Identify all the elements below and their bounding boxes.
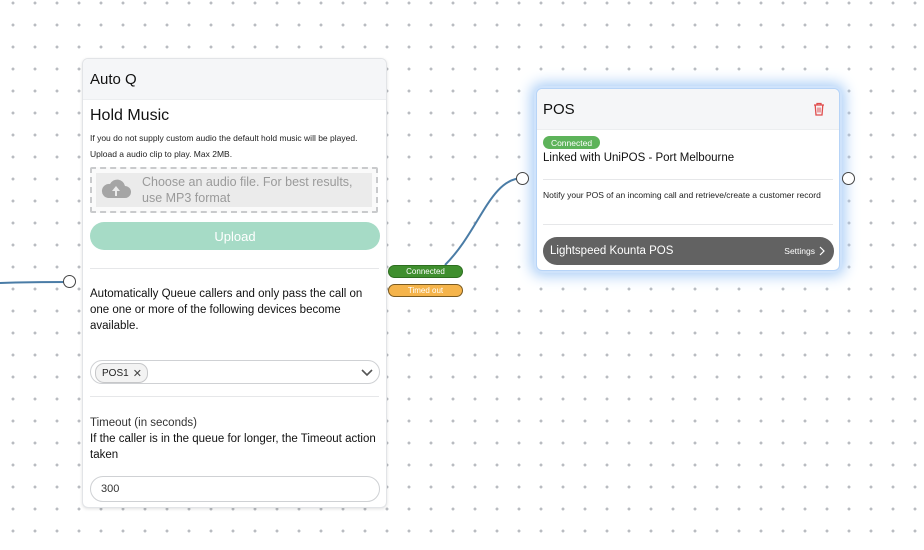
pos-input-handle[interactable]: [516, 172, 529, 185]
devices-select[interactable]: POS1 ✕: [90, 360, 380, 384]
integration-button[interactable]: Lightspeed Kounta POS Settings: [543, 237, 834, 265]
auto-q-node[interactable]: Auto Q Hold Music If you do not supply c…: [82, 58, 387, 508]
pos-title: POS: [543, 100, 575, 118]
timeout-label: Timeout (in seconds): [90, 417, 197, 429]
settings-label: Settings: [784, 246, 815, 256]
chevron-down-icon[interactable]: [361, 366, 373, 378]
timeout-section: Timeout (in seconds) If the caller is in…: [90, 415, 379, 463]
timeout-description: If the caller is in the queue for longer…: [90, 433, 376, 461]
queue-description: Automatically Queue callers and only pas…: [90, 288, 363, 332]
pos-output-handle[interactable]: [842, 172, 855, 185]
wire-connected-to-pos: [444, 177, 524, 266]
pos-description: Notify your POS of an incoming call and …: [543, 190, 821, 200]
upload-hint: Upload a audio clip to play. Max 2MB.: [90, 149, 233, 159]
hold-music-heading: Hold Music: [90, 107, 170, 124]
timeout-input[interactable]: 300: [90, 476, 380, 502]
pos-node[interactable]: POS Connected Linked with UniPOS - Port …: [536, 88, 840, 271]
connected-output-badge[interactable]: Connected: [388, 265, 463, 278]
auto-q-input-handle[interactable]: [63, 275, 76, 288]
divider: [90, 268, 379, 269]
auto-q-header: Auto Q: [83, 59, 386, 100]
divider: [543, 224, 833, 225]
device-chip: POS1 ✕: [95, 363, 148, 383]
audio-dropzone[interactable]: Choose an audio file. For best results, …: [90, 167, 378, 213]
trash-icon[interactable]: [813, 102, 825, 116]
integration-name: Lightspeed Kounta POS: [550, 245, 674, 257]
device-chip-label: POS1: [102, 367, 129, 379]
divider: [543, 179, 833, 180]
cloud-upload-icon: [101, 179, 131, 198]
hold-music-section: Hold Music If you do not supply custom a…: [90, 107, 379, 162]
pos-linked-text: Linked with UniPOS - Port Melbourne: [543, 152, 735, 164]
timed-out-output-badge[interactable]: Timed out: [388, 284, 463, 297]
auto-q-title: Auto Q: [90, 70, 137, 88]
divider: [90, 396, 379, 397]
settings-link[interactable]: Settings: [784, 246, 826, 256]
dropzone-text: Choose an audio file. For best results, …: [142, 175, 353, 205]
wire-input: [0, 281, 70, 284]
pos-header: POS: [537, 89, 839, 130]
hold-music-description: If you do not supply custom audio the de…: [90, 133, 358, 143]
chevron-right-icon: [819, 246, 825, 256]
remove-chip-icon[interactable]: ✕: [133, 367, 142, 380]
upload-button[interactable]: Upload: [90, 222, 380, 250]
pos-status-badge: Connected: [543, 136, 600, 149]
